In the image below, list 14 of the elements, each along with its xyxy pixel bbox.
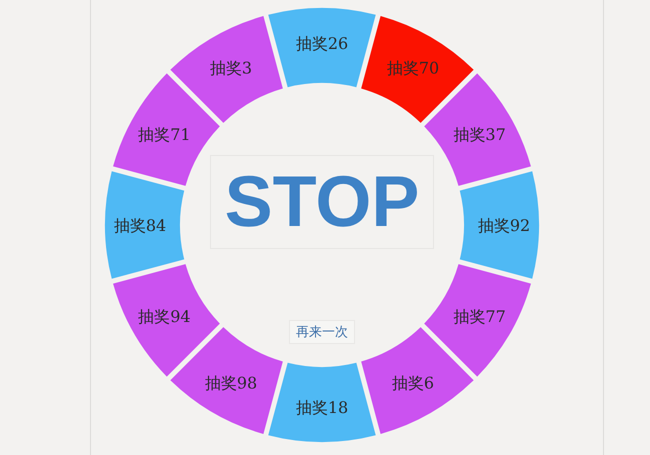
segment-label: 抽奖92	[478, 216, 530, 235]
segment-label: 抽奖26	[296, 34, 348, 53]
stop-title: STOP	[210, 155, 434, 249]
segment-label: 抽奖6	[392, 374, 434, 393]
segment-label: 抽奖77	[453, 307, 506, 326]
segment-label: 抽奖37	[453, 125, 506, 144]
retry-button[interactable]: 再来一次	[289, 320, 355, 344]
segment-label: 抽奖3	[210, 58, 252, 78]
segment-label: 抽奖18	[296, 398, 348, 417]
segment-label: 抽奖84	[114, 216, 166, 235]
segment-label: 抽奖71	[138, 125, 191, 144]
segment-label: 抽奖98	[204, 374, 258, 393]
segment-label: 抽奖94	[138, 307, 191, 326]
segment-label: 抽奖70	[386, 58, 440, 78]
